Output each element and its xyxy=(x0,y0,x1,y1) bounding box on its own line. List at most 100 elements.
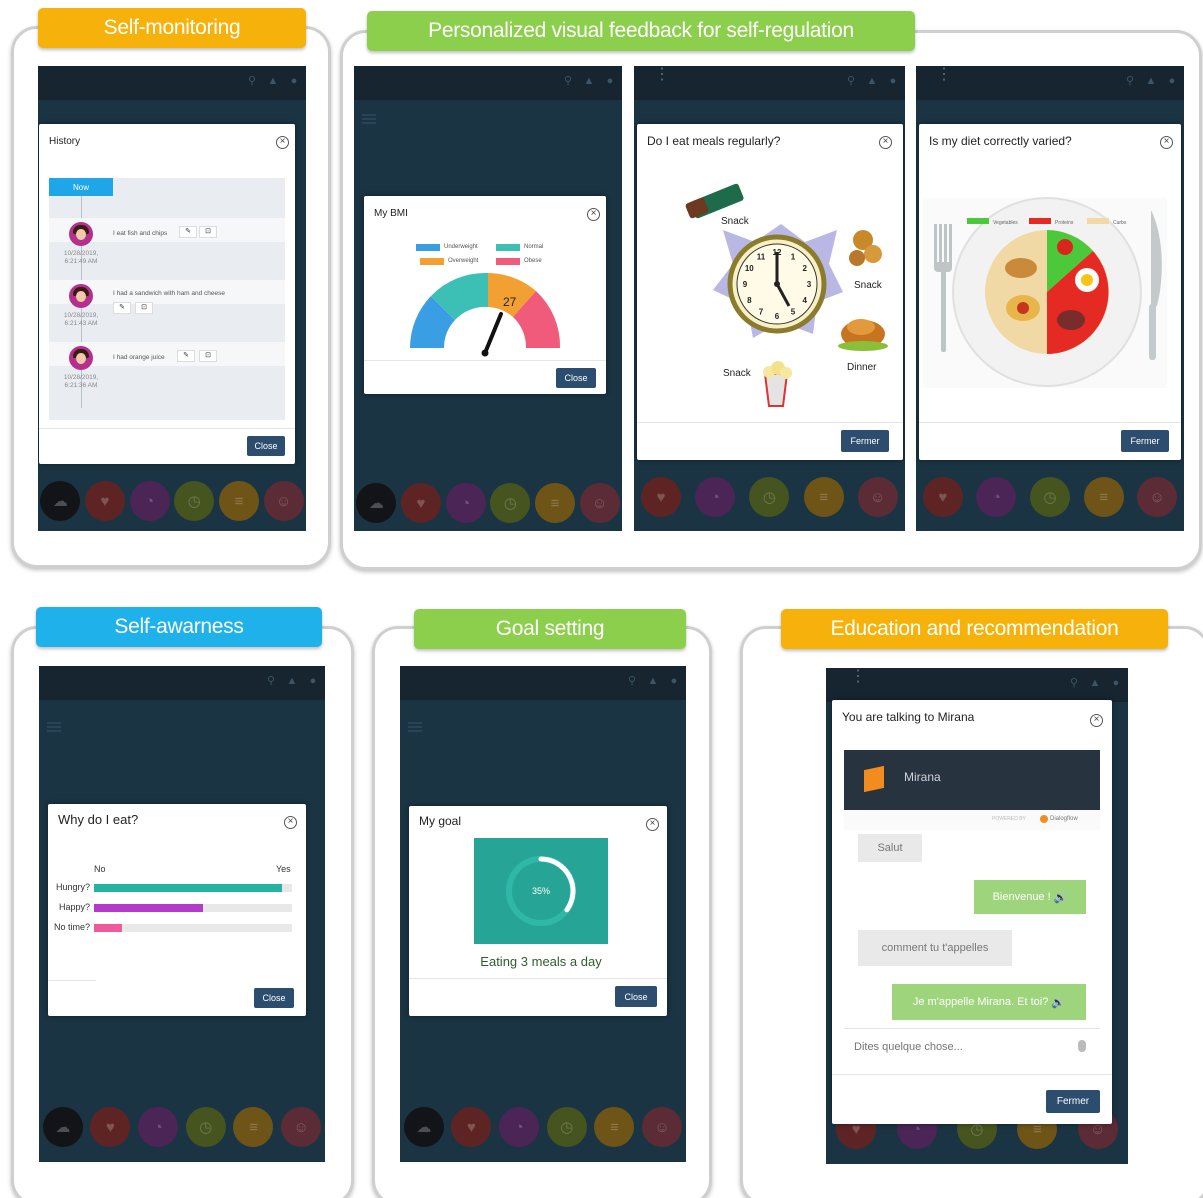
heart-icon[interactable]: ♥ xyxy=(451,1107,492,1147)
heart-icon[interactable]: ♥ xyxy=(90,1107,131,1147)
chat-messages: Salut Bienvenue ! 🔊 comment tu t'appelle… xyxy=(844,830,1100,1028)
face-icon[interactable]: ☺ xyxy=(263,481,304,521)
entry-date: 10/28/2019, 6:21:49 AM xyxy=(63,250,99,265)
top-bar: ⚲ ▲ ● xyxy=(38,66,306,100)
user-icon[interactable]: ● xyxy=(604,75,616,87)
clock-icon[interactable]: ◷ xyxy=(546,1107,587,1147)
close-button[interactable]: Fermer xyxy=(1121,430,1169,452)
heart-icon[interactable]: ♥ xyxy=(641,477,682,517)
bell-icon[interactable]: ▲ xyxy=(1145,75,1157,87)
clock-icon[interactable]: ◷ xyxy=(1029,477,1070,517)
close-button[interactable]: Close xyxy=(615,986,657,1007)
pie-icon[interactable]: ◔ xyxy=(138,1107,179,1147)
divider xyxy=(364,360,606,361)
entry-text: I eat fish and chips xyxy=(113,230,168,237)
face-icon[interactable]: ☺ xyxy=(579,483,620,523)
edit-icon[interactable]: ✎ xyxy=(179,226,197,238)
user-icon[interactable]: ● xyxy=(1110,677,1122,689)
face-icon[interactable]: ☺ xyxy=(642,1107,683,1147)
heart-icon[interactable]: ♥ xyxy=(400,483,441,523)
close-button[interactable]: Close xyxy=(247,436,285,456)
list-icon[interactable]: ≡ xyxy=(803,477,844,517)
microphone-icon[interactable] xyxy=(1078,1040,1086,1052)
list-icon[interactable]: ≡ xyxy=(1083,477,1124,517)
delete-icon[interactable]: ⊡ xyxy=(135,302,153,314)
search-icon[interactable]: ⚲ xyxy=(1124,75,1136,87)
pie-icon[interactable]: ◔ xyxy=(976,477,1017,517)
screen-meals: ⋮ ⚲▲● Do I eat meals regularly? × 121234… xyxy=(634,66,905,531)
close-icon[interactable]: × xyxy=(276,136,289,149)
user-icon[interactable]: ● xyxy=(307,675,319,687)
pie-icon[interactable]: ◔ xyxy=(445,483,486,523)
search-icon[interactable]: ⚲ xyxy=(265,675,277,687)
bar-fill xyxy=(94,924,122,932)
list-icon[interactable]: ≡ xyxy=(534,483,575,523)
divider xyxy=(832,1074,1112,1075)
brain-icon[interactable]: ☁ xyxy=(403,1107,444,1147)
kebab-icon[interactable]: ⋮ xyxy=(936,67,952,83)
user-icon[interactable]: ● xyxy=(668,675,680,687)
search-icon[interactable]: ⚲ xyxy=(626,675,638,687)
brain-icon[interactable]: ☁ xyxy=(40,481,81,521)
menu-icon[interactable] xyxy=(408,722,422,732)
pie-icon[interactable]: ◔ xyxy=(499,1107,540,1147)
kebab-icon[interactable]: ⋮ xyxy=(654,67,670,83)
list-icon[interactable]: ≡ xyxy=(218,481,259,521)
bell-icon[interactable]: ▲ xyxy=(286,675,298,687)
search-icon[interactable]: ⚲ xyxy=(246,75,258,87)
pie-icon[interactable]: ◔ xyxy=(695,477,736,517)
bell-icon[interactable]: ▲ xyxy=(583,75,595,87)
heart-icon[interactable]: ♥ xyxy=(922,477,963,517)
clock-icon[interactable]: ◷ xyxy=(185,1107,226,1147)
search-icon[interactable]: ⚲ xyxy=(845,75,857,87)
bar-label: Hungry? xyxy=(55,882,90,892)
clock-icon[interactable]: ◷ xyxy=(174,481,215,521)
bell-icon[interactable]: ▲ xyxy=(647,675,659,687)
pie-icon[interactable]: ◔ xyxy=(129,481,170,521)
clock-icon[interactable]: ◷ xyxy=(490,483,531,523)
face-icon[interactable]: ☺ xyxy=(1137,477,1178,517)
close-button[interactable]: Fermer xyxy=(1046,1090,1100,1113)
clock-number: 5 xyxy=(791,308,796,317)
brain-icon[interactable]: ☁ xyxy=(356,483,397,523)
close-icon[interactable]: × xyxy=(646,818,659,831)
goal-caption: Eating 3 meals a day xyxy=(480,954,602,969)
list-icon[interactable]: ≡ xyxy=(233,1107,274,1147)
close-icon[interactable]: × xyxy=(1090,714,1103,727)
close-button[interactable]: Fermer xyxy=(841,430,889,452)
delete-icon[interactable]: ⊡ xyxy=(199,226,217,238)
kebab-icon[interactable]: ⋮ xyxy=(850,669,866,685)
speaker-icon[interactable]: 🔊 xyxy=(1051,996,1065,1009)
label-snack-right: Snack xyxy=(854,280,883,291)
bell-icon[interactable]: ▲ xyxy=(267,75,279,87)
list-icon[interactable]: ≡ xyxy=(594,1107,635,1147)
close-icon[interactable]: × xyxy=(284,816,297,829)
bell-icon[interactable]: ▲ xyxy=(1089,677,1101,689)
user-icon[interactable]: ● xyxy=(887,75,899,87)
user-icon[interactable]: ● xyxy=(288,75,300,87)
close-button[interactable]: Close xyxy=(556,368,596,388)
menu-icon[interactable] xyxy=(47,722,61,732)
divider xyxy=(48,980,96,981)
bell-icon[interactable]: ▲ xyxy=(866,75,878,87)
menu-icon[interactable] xyxy=(362,114,376,124)
search-icon[interactable]: ⚲ xyxy=(562,75,574,87)
bottom-dock: ☁ ♥ ◔ ◷ ≡ ☺ xyxy=(400,1104,686,1150)
diet-modal: Is my diet correctly varied? × Vegetable… xyxy=(919,124,1181,460)
heart-icon[interactable]: ♥ xyxy=(84,481,125,521)
speaker-icon[interactable]: 🔊 xyxy=(1054,891,1068,904)
brain-icon[interactable]: ☁ xyxy=(42,1107,83,1147)
delete-icon[interactable]: ⊡ xyxy=(199,350,217,362)
chat-input[interactable] xyxy=(844,1032,1076,1062)
edit-icon[interactable]: ✎ xyxy=(113,302,131,314)
close-button[interactable]: Close xyxy=(254,988,294,1008)
user-icon[interactable]: ● xyxy=(1166,75,1178,87)
top-bar: ⋮ ⚲ ▲ ● xyxy=(826,668,1128,702)
clock-number: 7 xyxy=(759,308,764,317)
clock-icon[interactable]: ◷ xyxy=(749,477,790,517)
face-icon[interactable]: ☺ xyxy=(857,477,898,517)
screen-goal: ⚲ ▲ ● My goal × 35% Eating 3 meals a day C… xyxy=(400,666,686,1162)
edit-icon[interactable]: ✎ xyxy=(177,350,195,362)
search-icon[interactable]: ⚲ xyxy=(1068,677,1080,689)
face-icon[interactable]: ☺ xyxy=(281,1107,322,1147)
